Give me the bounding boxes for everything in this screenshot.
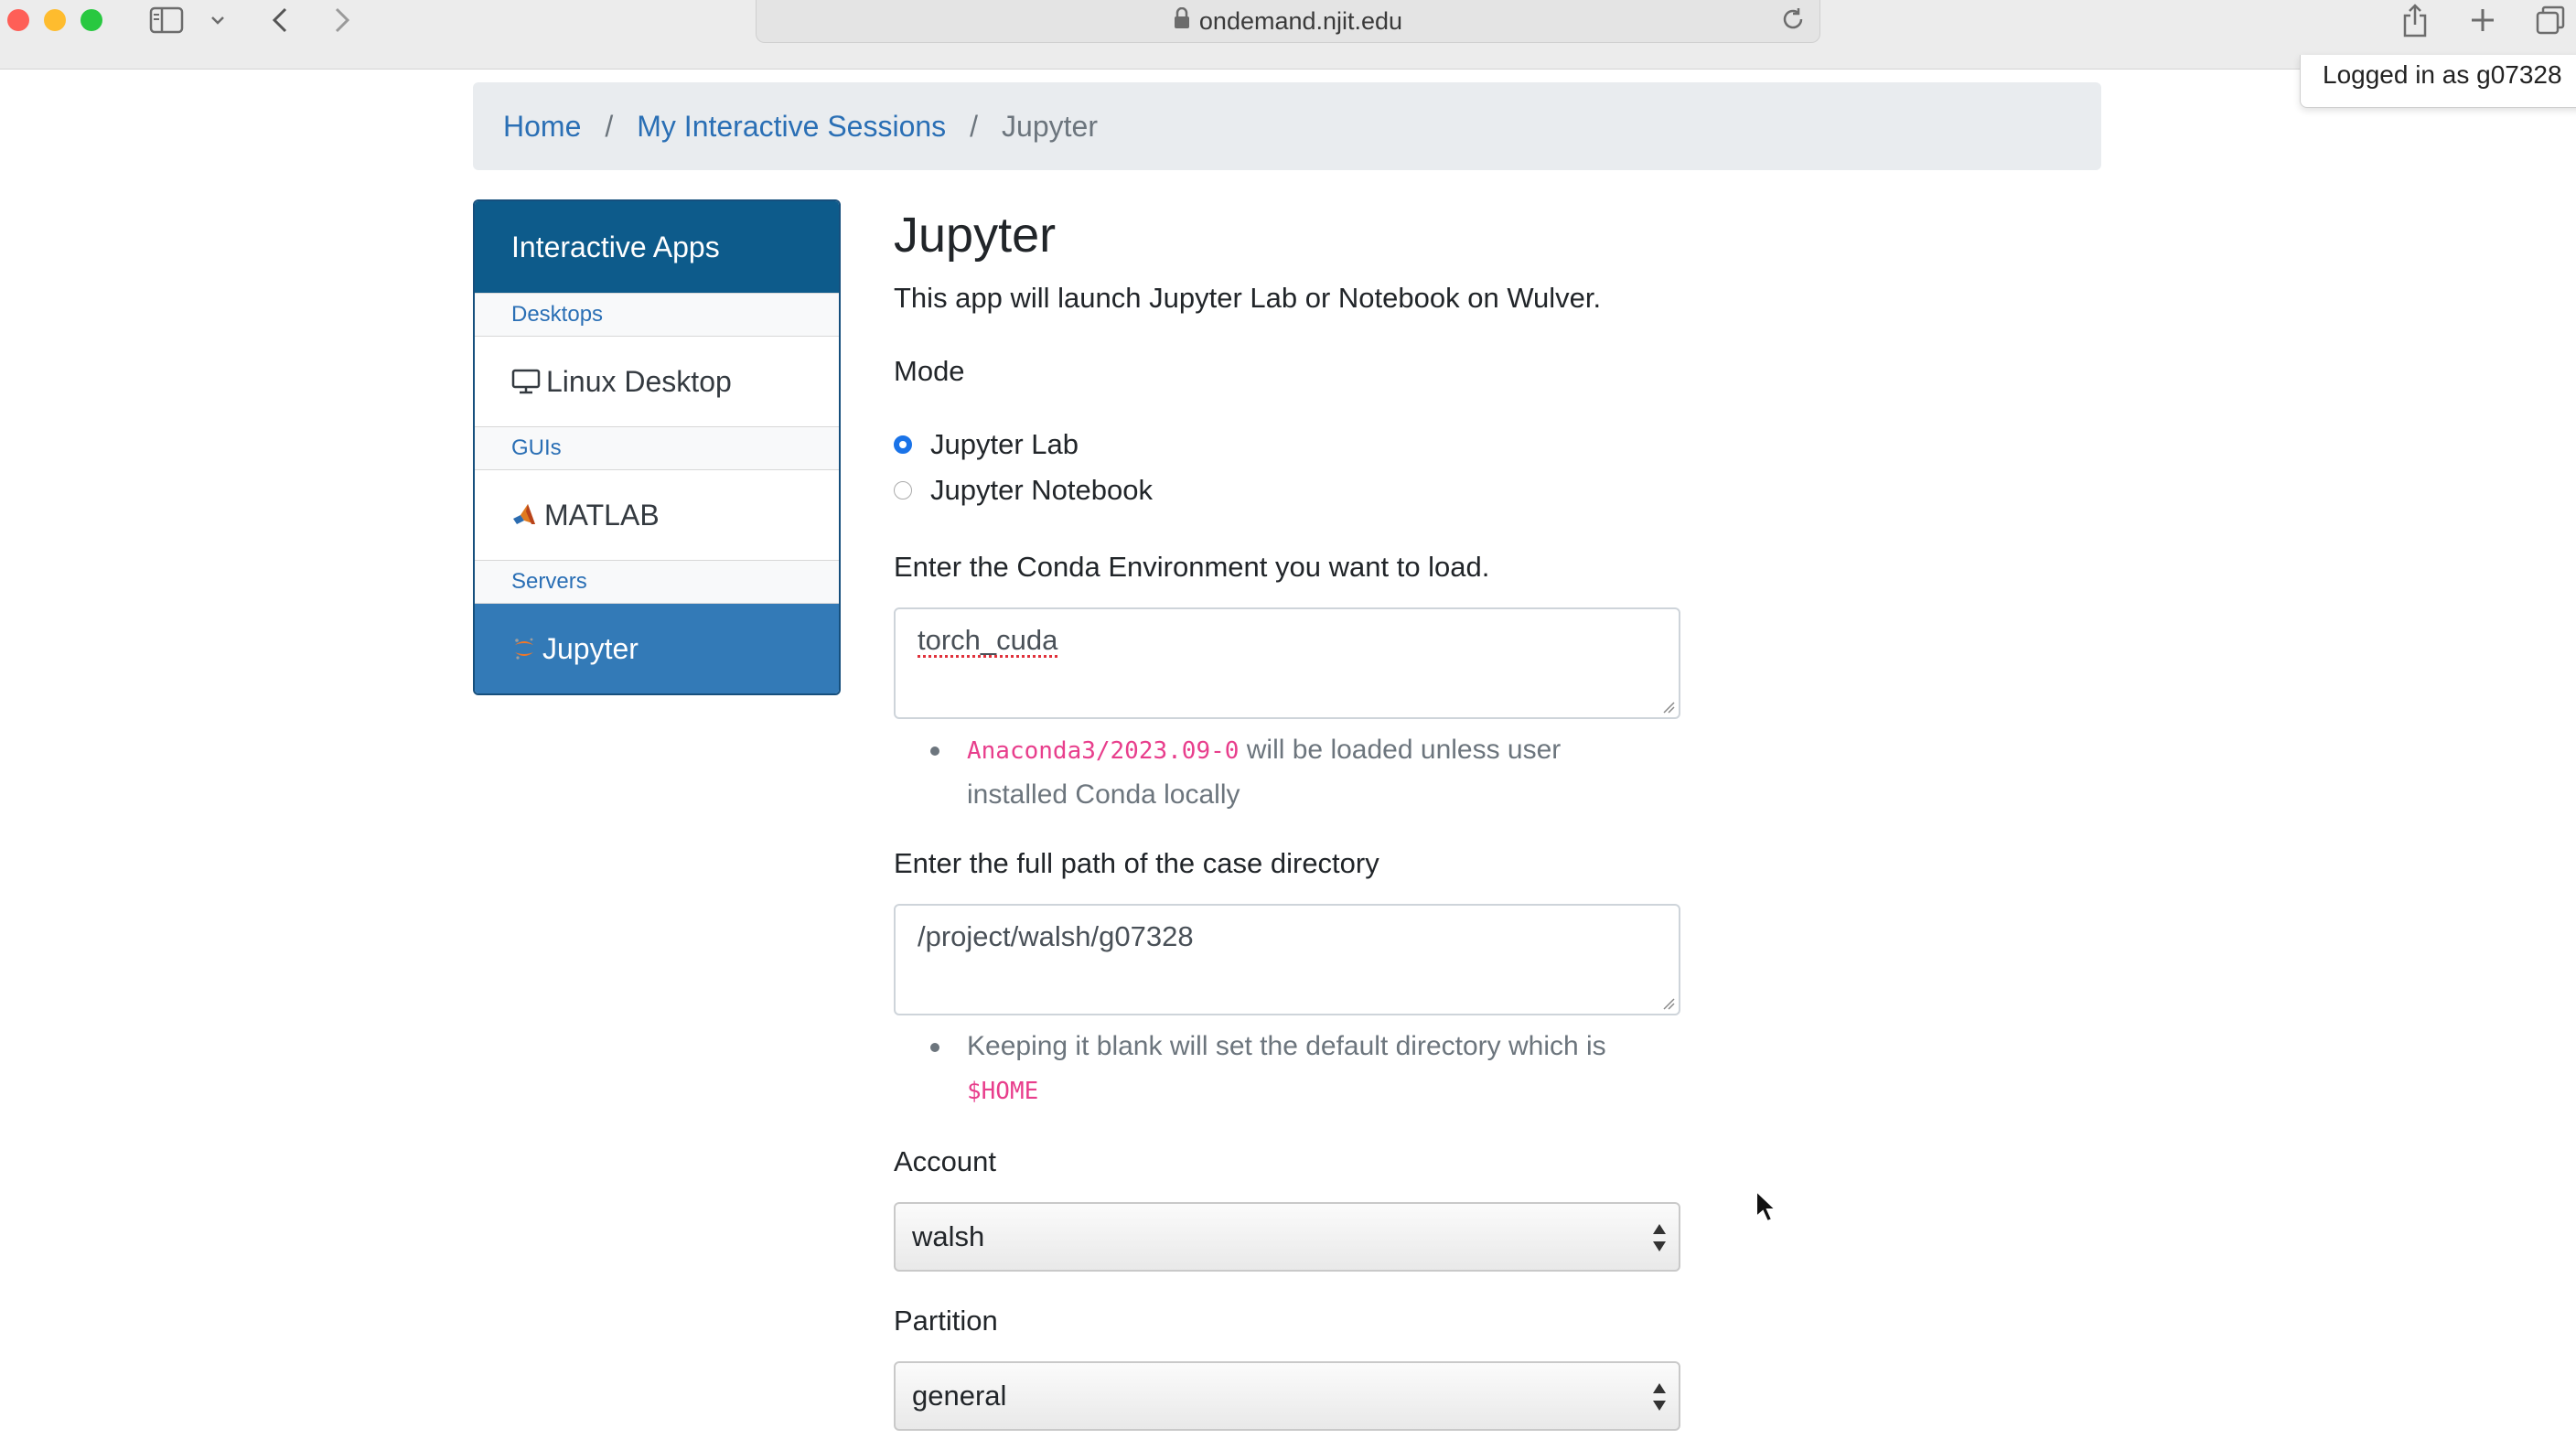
interactive-apps-sidebar: Interactive Apps Desktops Linux Desktop … bbox=[473, 199, 841, 695]
radio-checked[interactable] bbox=[894, 435, 912, 454]
breadcrumb-separator: / bbox=[605, 109, 614, 143]
back-icon[interactable] bbox=[263, 2, 296, 38]
resize-handle-icon[interactable] bbox=[1662, 997, 1675, 1010]
mode-label: Mode bbox=[894, 355, 965, 387]
sidebar-item-label: MATLAB bbox=[544, 498, 660, 532]
conda-env-label: Enter the Conda Environment you want to … bbox=[894, 551, 1490, 583]
case-dir-help-text: Keeping it blank will set the default di… bbox=[967, 1031, 1606, 1061]
sidebar-item-jupyter[interactable]: Jupyter bbox=[475, 604, 839, 693]
select-arrows-icon bbox=[1651, 1381, 1668, 1420]
breadcrumb-current: Jupyter bbox=[1002, 109, 1098, 143]
logged-in-indicator: Logged in as g07328 bbox=[2300, 55, 2576, 108]
sidebar-category-guis: GUIs bbox=[475, 426, 839, 470]
breadcrumb-home[interactable]: Home bbox=[503, 110, 581, 144]
sidebar-item-matlab[interactable]: MATLAB bbox=[475, 470, 839, 560]
page-title: Jupyter bbox=[894, 208, 1057, 263]
radio-label: Jupyter Notebook bbox=[930, 474, 1153, 506]
new-tab-icon[interactable] bbox=[2464, 2, 2501, 38]
conda-env-help: Anaconda3/2023.09-0 will be loaded unles… bbox=[930, 728, 1662, 817]
sidebar-category-desktops: Desktops bbox=[475, 293, 839, 337]
conda-env-value: torch_cuda bbox=[918, 624, 1058, 656]
url-text: ondemand.njit.edu bbox=[1198, 6, 1403, 35]
radio-unchecked[interactable] bbox=[894, 481, 912, 499]
sidebar-item-linux-desktop[interactable]: Linux Desktop bbox=[475, 337, 839, 426]
partition-select[interactable]: general bbox=[894, 1361, 1680, 1431]
sidebar-category-servers: Servers bbox=[475, 560, 839, 604]
conda-module-code: Anaconda3/2023.09-0 bbox=[967, 737, 1240, 765]
case-dir-help: Keeping it blank will set the default di… bbox=[930, 1025, 1662, 1113]
conda-env-textarea[interactable]: torch_cuda bbox=[894, 607, 1680, 719]
radio-label: Jupyter Lab bbox=[930, 428, 1079, 460]
close-window-button[interactable] bbox=[7, 9, 29, 31]
account-selected-value: walsh bbox=[912, 1220, 985, 1252]
account-label: Account bbox=[894, 1145, 997, 1177]
partition-selected-value: general bbox=[912, 1380, 1007, 1412]
breadcrumb-my-interactive-sessions[interactable]: My Interactive Sessions bbox=[637, 110, 946, 144]
case-dir-textarea[interactable]: /project/walsh/g07328 bbox=[894, 904, 1680, 1015]
app-description: This app will launch Jupyter Lab or Note… bbox=[894, 282, 1602, 314]
address-bar[interactable]: ondemand.njit.edu bbox=[756, 0, 1820, 43]
sidebar-icon[interactable] bbox=[146, 2, 187, 38]
breadcrumb: Home / My Interactive Sessions / Jupyter bbox=[473, 82, 2101, 170]
mode-option-jupyter-notebook[interactable]: Jupyter Notebook bbox=[894, 474, 1153, 507]
logged-in-text: Logged in as g07328 bbox=[2323, 60, 2562, 89]
breadcrumb-separator: / bbox=[970, 109, 979, 143]
browser-toolbar: ondemand.njit.edu bbox=[0, 0, 2576, 70]
mouse-cursor-icon bbox=[1755, 1189, 1778, 1223]
home-code: $HOME bbox=[967, 1078, 1039, 1105]
resize-handle-icon[interactable] bbox=[1662, 701, 1675, 714]
chevron-down-icon[interactable] bbox=[205, 2, 231, 38]
share-icon[interactable] bbox=[2397, 2, 2433, 38]
minimize-window-button[interactable] bbox=[44, 9, 66, 31]
monitor-icon bbox=[511, 369, 541, 394]
jupyter-icon bbox=[511, 636, 537, 661]
case-dir-value: /project/walsh/g07328 bbox=[918, 920, 1194, 952]
select-arrows-icon bbox=[1651, 1222, 1668, 1261]
case-dir-label: Enter the full path of the case director… bbox=[894, 847, 1379, 879]
sidebar-item-label: Jupyter bbox=[542, 631, 639, 665]
tab-overview-icon[interactable] bbox=[2532, 2, 2569, 38]
matlab-icon bbox=[511, 502, 539, 528]
reload-icon[interactable] bbox=[1779, 5, 1807, 39]
partition-label: Partition bbox=[894, 1305, 998, 1337]
mode-option-jupyter-lab[interactable]: Jupyter Lab bbox=[894, 428, 1079, 461]
account-select[interactable]: walsh bbox=[894, 1202, 1680, 1272]
sidebar-header: Interactive Apps bbox=[475, 201, 839, 293]
sidebar-item-label: Linux Desktop bbox=[546, 364, 732, 398]
forward-icon[interactable] bbox=[326, 2, 359, 38]
lock-icon bbox=[1174, 6, 1190, 36]
zoom-window-button[interactable] bbox=[80, 9, 102, 31]
